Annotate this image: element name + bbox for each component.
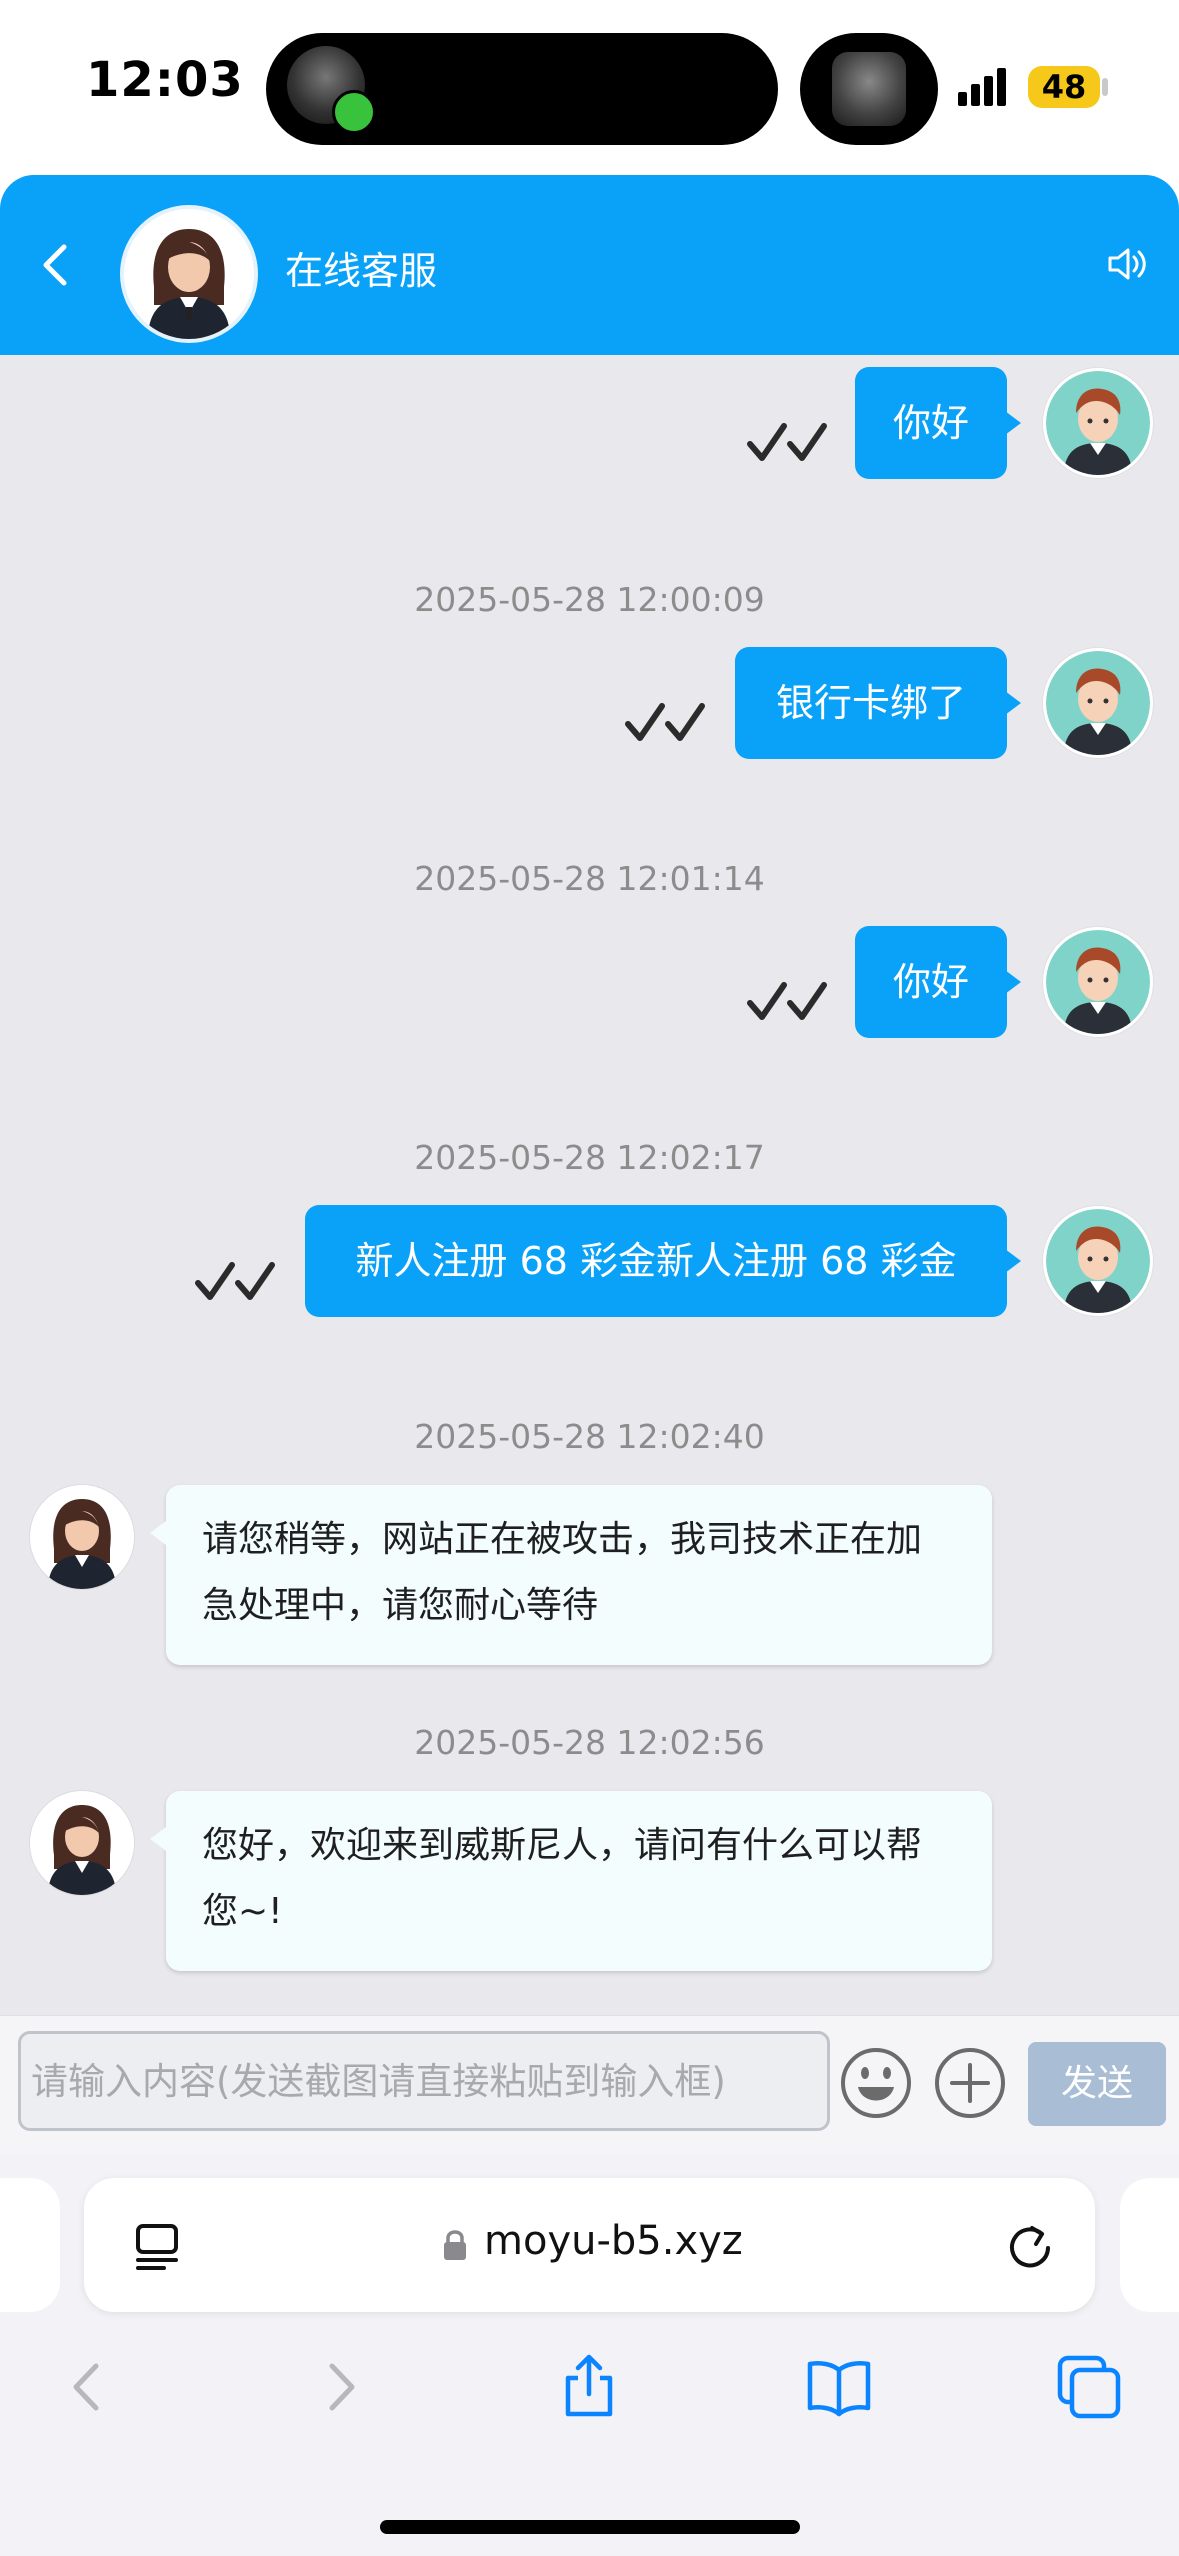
tabs-icon[interactable]	[130, 2218, 186, 2274]
url-text[interactable]: moyu-b5.xyz	[484, 2218, 743, 2264]
user-avatar	[1043, 927, 1153, 1037]
home-indicator	[380, 2520, 800, 2534]
message-input[interactable]	[18, 2031, 830, 2131]
message-timestamp: 2025-05-28 12:02:56	[414, 1723, 765, 1762]
message-timestamp: 2025-05-28 12:02:40	[414, 1417, 765, 1456]
live-activity-badge-icon	[332, 90, 376, 134]
user-avatar	[1043, 1206, 1153, 1316]
back-arrow-icon[interactable]	[52, 2352, 122, 2422]
agent-header-avatar	[120, 205, 258, 343]
chat-title: 在线客服	[285, 249, 438, 293]
status-time: 12:03	[86, 52, 244, 108]
double-check-icon	[625, 703, 705, 741]
user-message-bubble: 你好	[855, 367, 1021, 479]
cellular-signal-icon	[958, 68, 1006, 106]
user-avatar	[1043, 368, 1153, 478]
double-check-icon	[747, 423, 827, 461]
bookmarks-icon[interactable]	[804, 2352, 874, 2422]
previous-tab-peek[interactable]	[0, 2178, 60, 2312]
next-tab-peek[interactable]	[1120, 2178, 1179, 2312]
emoji-icon[interactable]	[838, 2045, 914, 2121]
reload-icon[interactable]	[1002, 2218, 1058, 2274]
speaker-icon[interactable]	[1104, 242, 1148, 286]
agent-message-bubble: 您好，欢迎来到威斯尼人，请问有什么可以帮您~!	[150, 1791, 992, 1971]
double-check-icon	[195, 1262, 275, 1300]
agent-avatar	[30, 1485, 134, 1589]
agent-message-bubble: 请您稍等，网站正在被攻击，我司技术正在加急处理中，请您耐心等待	[150, 1485, 992, 1665]
share-icon[interactable]	[554, 2352, 624, 2422]
chat-messages[interactable]: 你好 2025-05-28 12:00:09 银行卡绑了 2025-05-28 …	[0, 355, 1179, 2015]
send-button[interactable]: 发送	[1028, 2042, 1166, 2126]
agent-avatar	[30, 1791, 134, 1895]
forward-arrow-icon[interactable]	[306, 2352, 376, 2422]
user-avatar	[1043, 648, 1153, 758]
user-message-bubble: 你好	[855, 926, 1021, 1038]
battery-level: 48	[1028, 66, 1100, 108]
message-timestamp: 2025-05-28 12:02:17	[414, 1138, 765, 1177]
live-activity-thumbnail	[832, 52, 906, 126]
plus-icon[interactable]	[932, 2045, 1008, 2121]
message-timestamp: 2025-05-28 12:01:14	[414, 859, 765, 898]
user-message-bubble: 银行卡绑了	[735, 647, 1021, 759]
battery-tip	[1102, 78, 1108, 96]
back-chevron-icon[interactable]	[30, 235, 80, 295]
tab-overview-icon[interactable]	[1054, 2352, 1124, 2422]
user-message-bubble: 新人注册 68 彩金新人注册 68 彩金	[305, 1205, 1021, 1317]
double-check-icon	[747, 982, 827, 1020]
lock-icon	[444, 2230, 466, 2260]
message-timestamp: 2025-05-28 12:00:09	[414, 580, 765, 619]
